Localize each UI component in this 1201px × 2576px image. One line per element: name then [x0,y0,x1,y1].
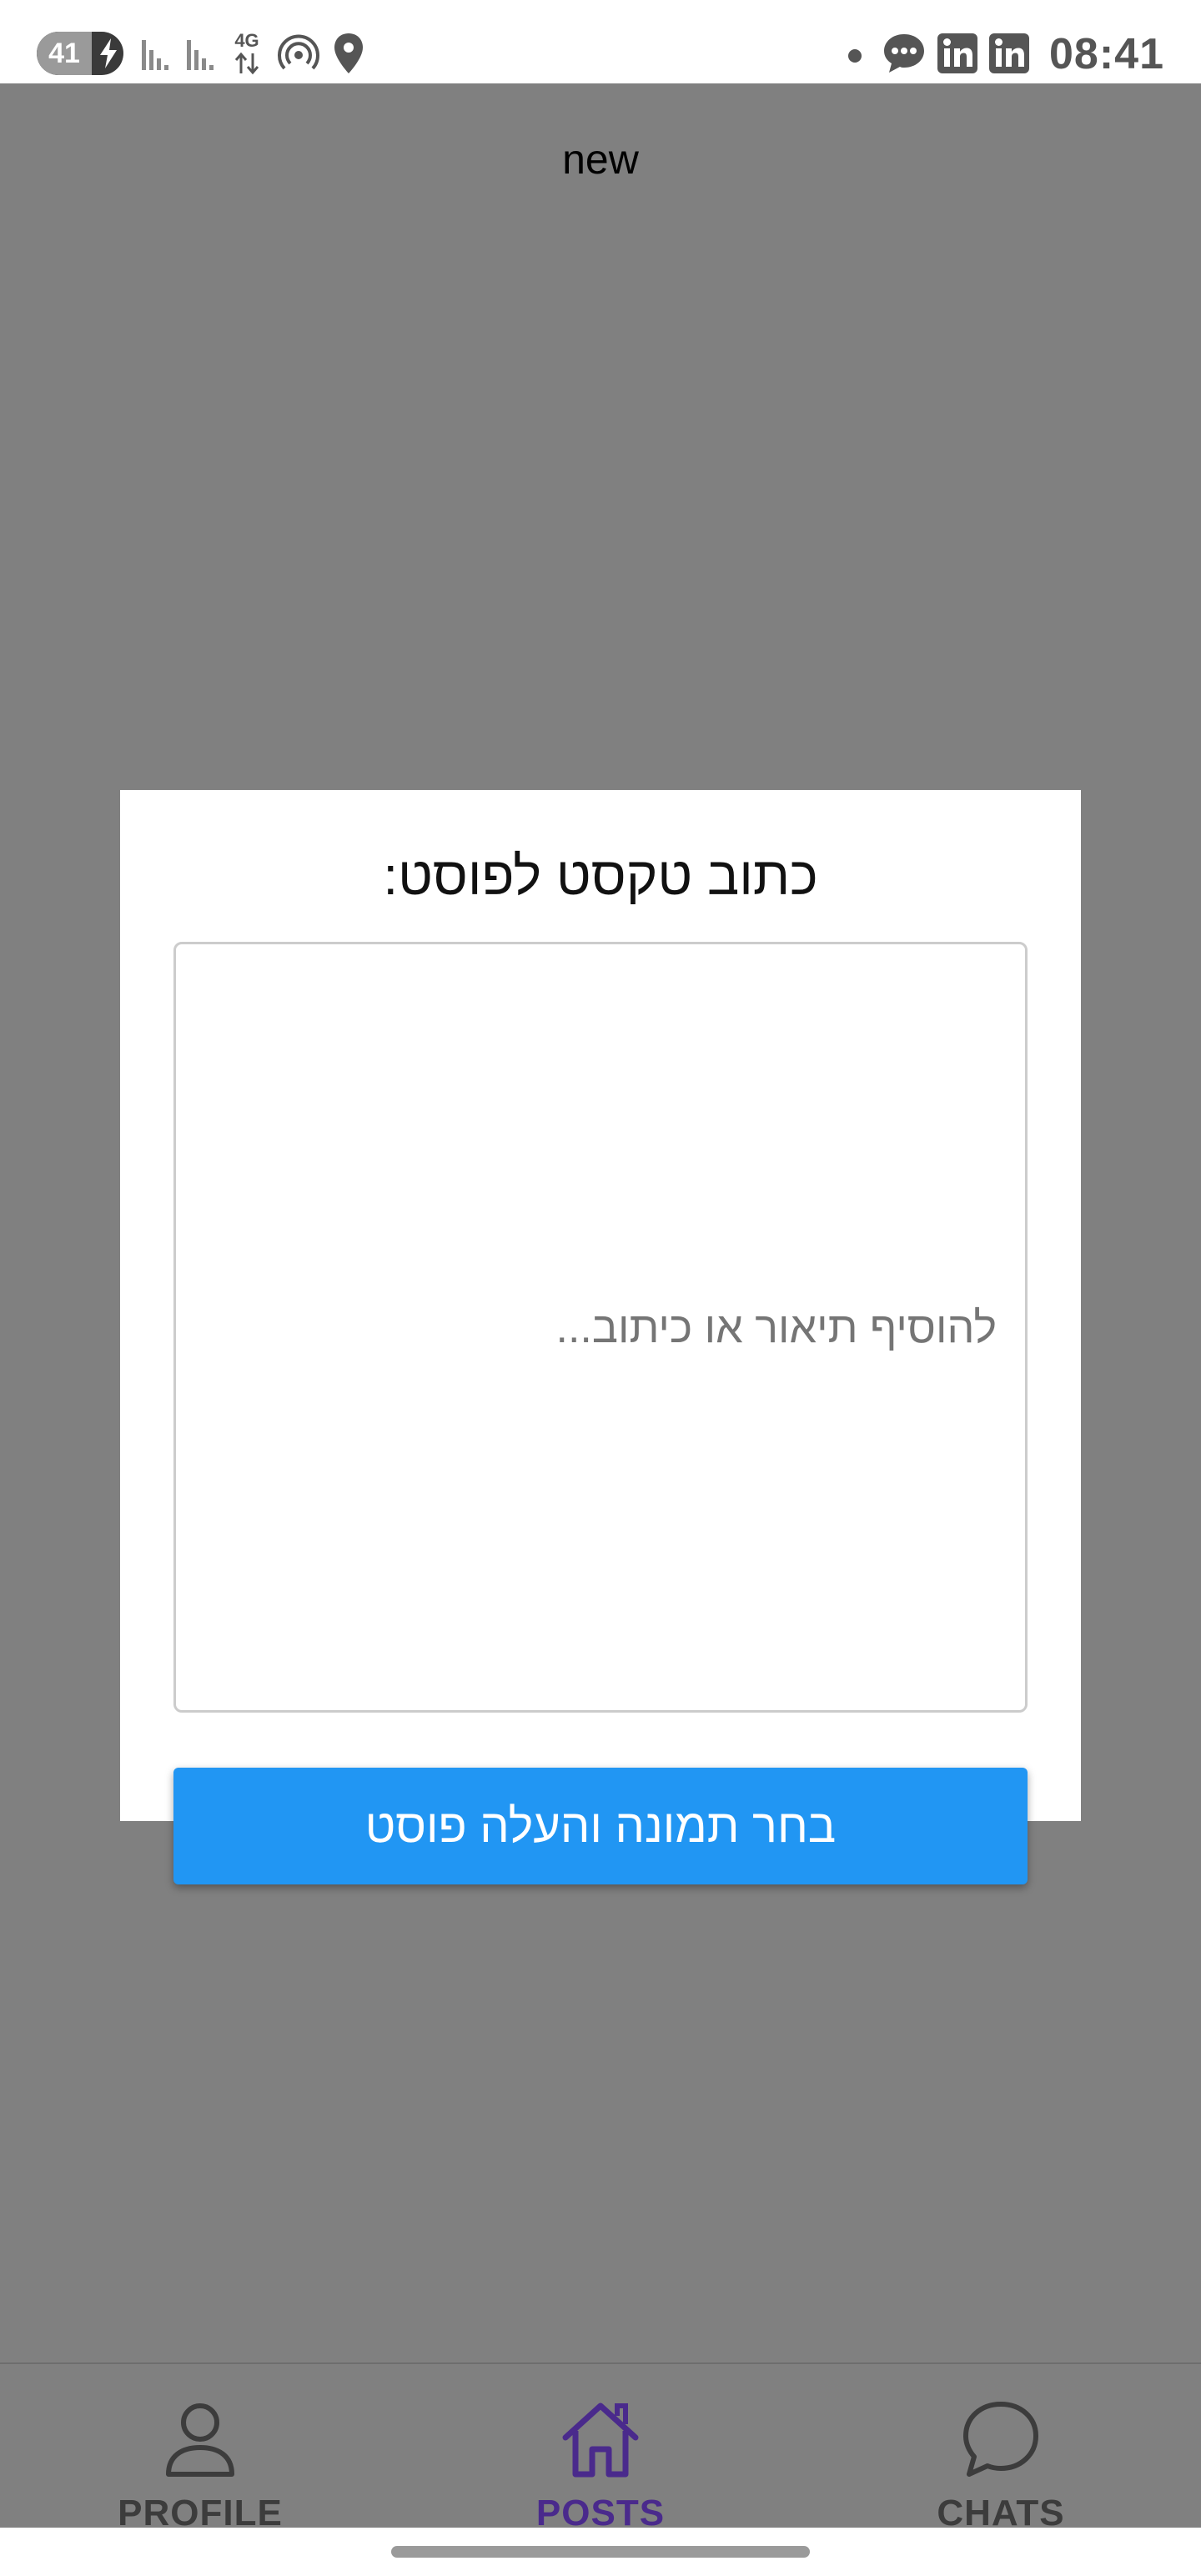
network-type: 4G [230,30,264,77]
post-text-input[interactable]: להוסיף תיאור או כיתוב... [173,942,1028,1713]
hotspot-icon [278,34,319,70]
dot-icon [848,49,862,63]
nav-item-chats[interactable]: CHATS [801,2364,1201,2533]
linkedin-icon [989,33,1029,73]
network-type-label: 4G [234,30,259,51]
data-arrows-icon [234,52,259,75]
new-post-dialog: כתוב טקסט לפוסט: להוסיף תיאור או כיתוב..… [120,790,1081,1821]
nav-item-profile[interactable]: PROFILE [0,2364,400,2533]
clock: 08:41 [1049,30,1164,78]
dialog-title: כתוב טקסט לפוסט: [383,846,818,906]
gesture-bar [0,2528,1201,2576]
bottom-navigation: PROFILE POSTS CHATS [0,2362,1201,2533]
signal-icon [187,40,214,70]
post-text-placeholder: להוסיף תיאור או כיתוב... [555,1304,997,1352]
charging-bolt-icon [100,38,117,68]
linkedin-icon [937,33,977,73]
location-icon [334,33,363,73]
person-icon [166,2403,234,2477]
page-title: new [562,136,639,183]
message-icon [884,34,924,73]
choose-image-and-upload-button[interactable]: בחר תמונה והעלה פוסט [173,1768,1028,1884]
signal-icon [142,40,168,70]
battery-level: 41 [48,38,80,69]
chat-bubble-icon [963,2402,1038,2477]
battery-indicator: 41 [37,32,123,75]
status-bar: 41 4G 08:41 [0,0,1201,83]
home-indicator[interactable] [391,2546,810,2558]
home-icon [562,2402,639,2478]
nav-item-posts[interactable]: POSTS [400,2364,801,2533]
